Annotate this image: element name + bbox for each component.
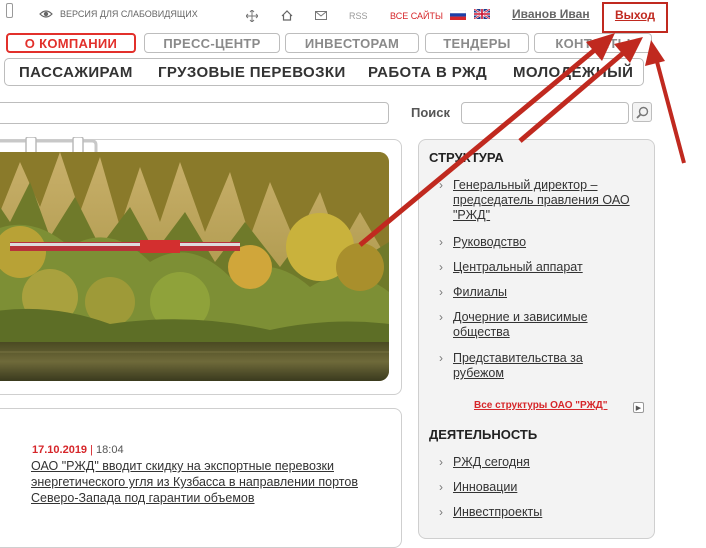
nav-about-company[interactable]: О КОМПАНИИ: [6, 33, 136, 53]
bullet-icon: ›: [439, 235, 443, 249]
structure-item-label: Генеральный директор – председатель прав…: [453, 178, 630, 222]
nav-investors-label: ИНВЕСТОРАМ: [304, 35, 400, 51]
activity-item-label: Инновации: [453, 480, 518, 494]
nav-passengers[interactable]: ПАССАЖИРАМ: [19, 64, 133, 81]
structure-item-label: Представительства за рубежом: [453, 351, 583, 380]
bullet-icon: ›: [439, 455, 443, 469]
bullet-icon: ›: [439, 480, 443, 494]
nav-contacts-label: КОНТАКТЫ: [555, 35, 631, 51]
rss-link[interactable]: RSS: [349, 11, 368, 21]
bullet-icon: ›: [439, 285, 443, 299]
magnifier-icon: [635, 106, 648, 119]
bullet-icon: ›: [439, 310, 443, 324]
left-input[interactable]: [0, 102, 389, 124]
eye-icon: [39, 10, 53, 18]
nav-about-company-label: О КОМПАНИИ: [24, 35, 118, 51]
news-date-line: 17.10.2019 | 18:04: [32, 444, 124, 456]
structure-title: СТРУКТУРА: [429, 150, 504, 165]
bullet-icon: ›: [439, 351, 443, 365]
structure-item-label: Дочерние и зависимые общества: [453, 310, 588, 339]
structure-item-representative-offices[interactable]: › Представительства за рубежом: [439, 351, 619, 381]
nav-careers[interactable]: РАБОТА В РЖД: [368, 64, 487, 81]
bullet-icon: ›: [439, 505, 443, 519]
nav-tenders-label: ТЕНДЕРЫ: [443, 35, 511, 51]
activity-item-label: РЖД сегодня: [453, 455, 530, 469]
bullet-icon: ›: [439, 178, 443, 192]
low-vision-label: ВЕРСИЯ ДЛЯ СЛАБОВИДЯЩИХ: [60, 9, 198, 19]
logout-button[interactable]: Выход: [602, 2, 668, 33]
home-icon[interactable]: [281, 10, 293, 21]
sitemap-icon[interactable]: [246, 10, 258, 22]
news-time: 18:04: [96, 444, 124, 456]
search-input[interactable]: [461, 102, 629, 124]
news-headline-link[interactable]: ОАО "РЖД" вводит скидку на экспортные пе…: [31, 458, 371, 506]
all-sites-link[interactable]: ВСЕ САЙТЫ: [390, 11, 443, 21]
activity-title: ДЕЯТЕЛЬНОСТЬ: [429, 427, 538, 442]
all-structures-link[interactable]: Все структуры ОАО "РЖД": [474, 400, 608, 411]
bullet-icon: ›: [439, 260, 443, 274]
structure-item-management[interactable]: › Руководство: [439, 235, 649, 250]
activity-item-label: Инвестпроекты: [453, 505, 543, 519]
news-date: 17.10.2019: [32, 444, 88, 456]
structure-item-ceo[interactable]: › Генеральный директор – председатель пр…: [439, 178, 649, 223]
activity-item-invest-projects[interactable]: › Инвестпроекты: [439, 505, 649, 520]
structure-item-label: Руководство: [453, 235, 527, 249]
nav-youth[interactable]: МОЛОДЕЖНЫЙ: [513, 64, 633, 81]
search-button[interactable]: [632, 102, 652, 122]
structure-item-branches[interactable]: › Филиалы: [439, 285, 649, 300]
structure-item-subsidiaries[interactable]: › Дочерние и зависимые общества: [439, 310, 619, 340]
search-label: Поиск: [411, 105, 451, 120]
flag-ru-icon[interactable]: [450, 10, 466, 20]
activity-item-innovation[interactable]: › Инновации: [439, 480, 649, 495]
news-separator: |: [90, 444, 93, 456]
mail-icon[interactable]: [315, 11, 327, 20]
landscape-train-image: [0, 152, 389, 381]
flag-uk-icon[interactable]: [474, 9, 490, 19]
phone-icon[interactable]: [6, 3, 13, 18]
structure-item-label: Центральный аппарат: [453, 260, 583, 274]
arrow-right-icon[interactable]: ▶: [633, 402, 644, 413]
activity-item-today[interactable]: › РЖД сегодня: [439, 455, 649, 470]
structure-item-label: Филиалы: [453, 285, 507, 299]
nav-freight[interactable]: ГРУЗОВЫЕ ПЕРЕВОЗКИ: [158, 64, 346, 81]
nav-tenders[interactable]: ТЕНДЕРЫ: [425, 33, 529, 53]
banner-photo[interactable]: [0, 152, 389, 381]
nav-contacts[interactable]: КОНТАКТЫ: [534, 33, 652, 53]
nav-investors[interactable]: ИНВЕСТОРАМ: [285, 33, 419, 53]
structure-item-central-office[interactable]: › Центральный аппарат: [439, 260, 649, 275]
nav-press-center[interactable]: ПРЕСС-ЦЕНТР: [144, 33, 280, 53]
low-vision-link[interactable]: ВЕРСИЯ ДЛЯ СЛАБОВИДЯЩИХ: [39, 9, 198, 19]
nav-press-center-label: ПРЕСС-ЦЕНТР: [163, 35, 261, 51]
user-name-link[interactable]: Иванов Иван: [512, 7, 590, 21]
logout-label: Выход: [614, 8, 656, 22]
